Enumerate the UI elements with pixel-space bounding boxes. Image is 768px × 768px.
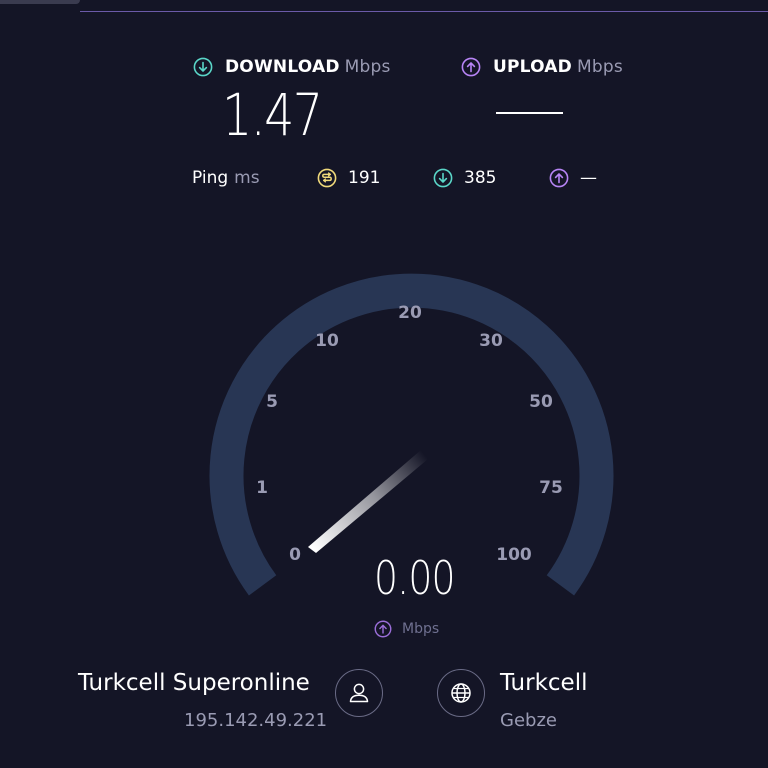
gauge-scale-label: 5 [266,392,278,412]
gauge-unit: Mbps [374,620,439,638]
user-icon [349,683,369,703]
ping-label: Ping ms [192,168,260,188]
ping-idle: 191 [317,168,380,188]
download-speed-value: 1.47 [222,81,323,149]
client-ip: 195.142.49.221 [184,710,328,731]
gauge-speed-value: 0.00 [374,551,456,605]
gauge-scale-label: 100 [496,545,532,565]
idle-latency-icon [317,168,337,188]
ping-label-text: Ping [192,168,229,188]
ping-upload: — [549,168,597,188]
ping-idle-value: 191 [348,168,381,188]
upload-speed-placeholder [496,112,563,114]
ping-upload-value: — [580,168,597,188]
speed-gauge: 0 1 5 10 20 30 50 75 100 [209,273,614,596]
server-city: Gebze [500,710,557,731]
upload-arrow-icon [374,620,392,638]
gauge-scale-label: 75 [539,478,563,498]
gauge-scale-label: 0 [289,545,301,565]
isp-name: Turkcell Superonline [78,670,310,696]
globe-icon [451,683,471,703]
gauge-scale-label: 10 [315,331,339,351]
top-bar-tab [0,0,80,4]
gauge-scale-label: 30 [479,331,503,351]
upload-arrow-icon [461,57,481,77]
gauge-track [209,273,614,596]
ping-row: Ping ms 191 385 — [0,168,768,192]
download-label: DOWNLOAD [225,57,340,77]
ping-download-value: 385 [464,168,497,188]
change-server-button[interactable] [437,669,485,717]
download-metric: DOWNLOAD Mbps [193,57,391,77]
ping-unit: ms [234,168,260,188]
download-arrow-icon [433,168,453,188]
download-unit: Mbps [344,57,391,77]
upload-label: UPLOAD [493,57,572,77]
upload-metric: UPLOAD Mbps [461,57,623,77]
speedtest-app: DOWNLOAD Mbps 1.47 UPLOAD Mbps Ping ms 19… [0,0,768,768]
gauge-scale-label: 1 [256,478,268,498]
upload-unit: Mbps [576,57,623,77]
gauge-unit-label: Mbps [402,621,440,637]
gauge-needle [308,450,428,553]
gauge-scale-label: 50 [529,392,553,412]
upload-arrow-icon [549,168,569,188]
server-name: Turkcell [500,670,588,696]
ping-download: 385 [433,168,496,188]
download-arrow-icon [193,57,213,77]
gauge-scale-label: 20 [398,303,422,323]
top-bar-divider [80,11,768,12]
change-provider-button[interactable] [335,669,383,717]
